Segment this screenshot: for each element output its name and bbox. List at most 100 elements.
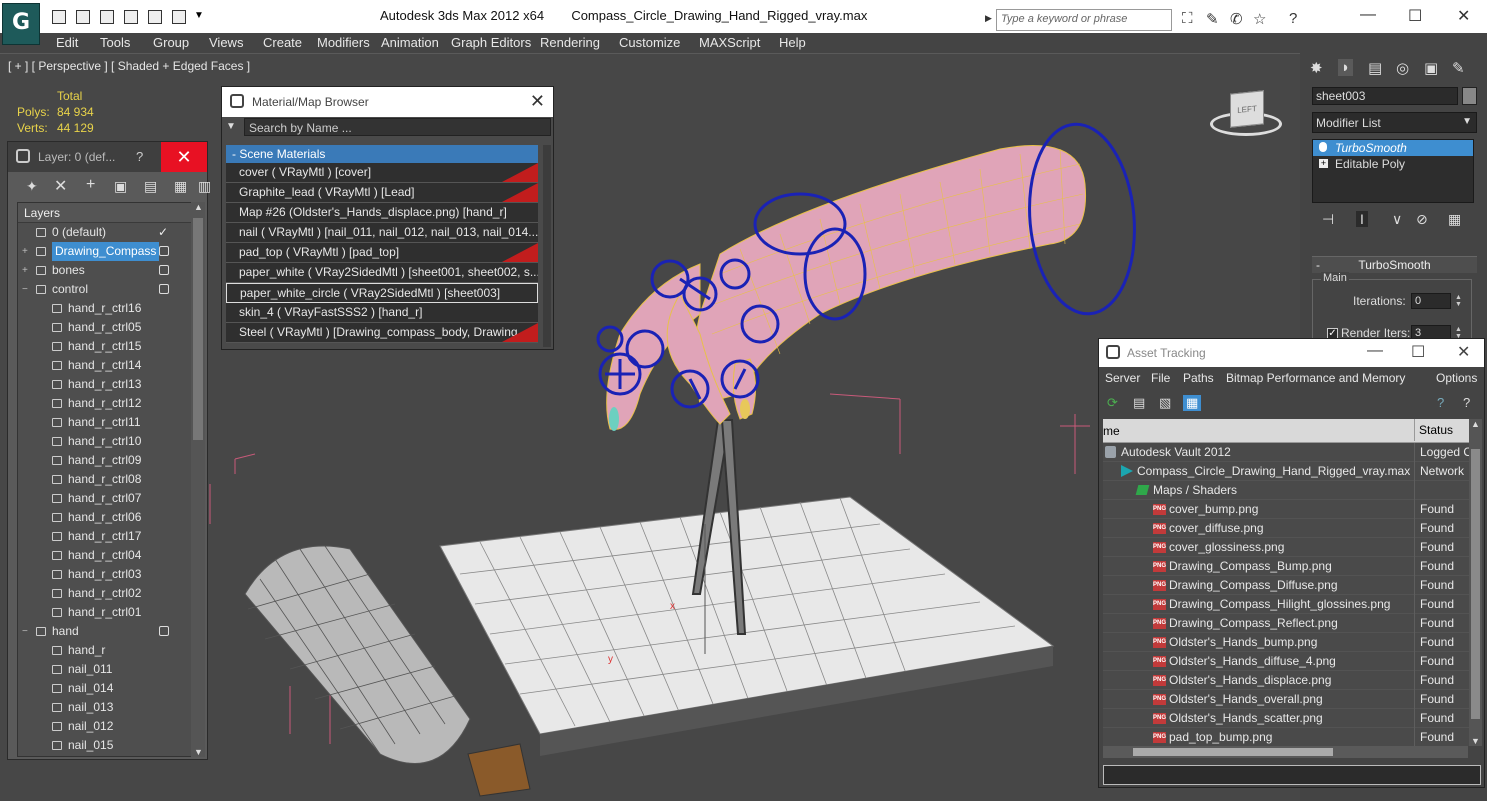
asset-vertical-scrollbar[interactable]: ▲ ▼ bbox=[1469, 419, 1482, 746]
app-menu-button[interactable]: G bbox=[2, 3, 40, 45]
asset-menu-paths[interactable]: Paths bbox=[1183, 371, 1214, 385]
layer-row[interactable]: hand_r_ctrl03 bbox=[18, 565, 191, 584]
close-button[interactable]: ✕ bbox=[1457, 6, 1470, 26]
material-item[interactable]: cover ( VRayMtl ) [cover] bbox=[226, 163, 538, 183]
asset-row[interactable]: PNG Oldster's_Hands_overall.png Found bbox=[1103, 690, 1481, 709]
asset-row[interactable]: PNG Oldster's_Hands_bump.png Found bbox=[1103, 633, 1481, 652]
layer-row[interactable]: hand_r_ctrl01 bbox=[18, 603, 191, 622]
menu-group[interactable]: Group bbox=[153, 35, 189, 50]
layer-row[interactable]: hand_r_ctrl15 bbox=[18, 337, 191, 356]
new-file-icon[interactable] bbox=[52, 10, 66, 24]
viewcube[interactable]: LEFT bbox=[1230, 90, 1264, 128]
highlight-layer-icon[interactable]: ▤ bbox=[144, 178, 157, 195]
help-icon[interactable]: ? bbox=[1437, 395, 1444, 410]
motion-tab-icon[interactable]: ◎ bbox=[1396, 59, 1409, 77]
menu-views[interactable]: Views bbox=[209, 35, 243, 50]
layer-row[interactable]: hand_r_ctrl08 bbox=[18, 470, 191, 489]
layer-row[interactable]: hand_r_ctrl10 bbox=[18, 432, 191, 451]
menu-animation[interactable]: Animation bbox=[381, 35, 439, 50]
collapse-icon[interactable]: - bbox=[1316, 257, 1320, 273]
help-search-input[interactable]: Type a keyword or phrase bbox=[996, 9, 1172, 31]
asset-vertical-scroll-thumb[interactable] bbox=[1471, 449, 1480, 719]
hide-all-icon[interactable]: ▦ bbox=[174, 178, 187, 195]
asset-row[interactable]: PNG Oldster's_Hands_diffuse_4.png Found bbox=[1103, 652, 1481, 671]
layer-row[interactable]: hand_r_ctrl04 bbox=[18, 546, 191, 565]
current-layer-check-icon[interactable]: ✓ bbox=[158, 223, 168, 242]
scene-materials-group-header[interactable]: - Scene Materials bbox=[226, 145, 538, 163]
layer-row[interactable]: nail_014 bbox=[18, 679, 191, 698]
layer-row[interactable]: nail_013 bbox=[18, 698, 191, 717]
asset-row[interactable]: PNG Drawing_Compass_Hilight_glossines.png… bbox=[1103, 595, 1481, 614]
layer-row[interactable]: − control bbox=[18, 280, 191, 299]
asset-menu-bitmap-performance[interactable]: Bitmap Performance and Memory bbox=[1226, 371, 1405, 385]
asset-menu-options[interactable]: Options bbox=[1436, 371, 1477, 385]
layer-panel-titlebar[interactable]: Layer: 0 (def... ? ✕ bbox=[8, 142, 207, 172]
layer-row[interactable]: nail_015 bbox=[18, 736, 191, 755]
layer-row[interactable]: hand_r_ctrl02 bbox=[18, 584, 191, 603]
maximize-button[interactable]: ☐ bbox=[1408, 6, 1422, 26]
material-item[interactable]: Steel ( VRayMtl ) [Drawing_compass_body,… bbox=[226, 323, 538, 343]
display-tab-icon[interactable]: ▣ bbox=[1424, 59, 1438, 77]
menu-customize[interactable]: Customize bbox=[619, 35, 680, 50]
layer-row[interactable]: hand_r_ctrl13 bbox=[18, 375, 191, 394]
asset-path-field[interactable] bbox=[1103, 765, 1481, 785]
search-expand-icon[interactable]: ▶ bbox=[985, 13, 992, 24]
binoculars-icon[interactable]: ⛶ bbox=[1182, 10, 1193, 27]
select-objects-icon[interactable]: ▣ bbox=[114, 178, 127, 195]
pin-stack-icon[interactable]: ⊣ bbox=[1322, 211, 1334, 228]
asset-row[interactable]: PNG cover_bump.png Found bbox=[1103, 500, 1481, 519]
object-color-swatch[interactable] bbox=[1462, 87, 1477, 105]
scroll-down-icon[interactable]: ▼ bbox=[194, 747, 203, 757]
layer-row[interactable]: + bones bbox=[18, 261, 191, 280]
scroll-down-icon[interactable]: ▼ bbox=[1471, 736, 1480, 746]
layer-row[interactable]: hand_r_ctrl12 bbox=[18, 394, 191, 413]
layer-row[interactable]: nail_012 bbox=[18, 717, 191, 736]
expand-plus-icon[interactable]: + bbox=[22, 242, 28, 261]
asset-row[interactable]: PNG cover_diffuse.png Found bbox=[1103, 519, 1481, 538]
layers-scrollbar[interactable]: ▲ ▼ bbox=[191, 202, 205, 757]
layer-row[interactable]: nail_011 bbox=[18, 660, 191, 679]
material-item[interactable]: Map #26 (Oldster's_Hands_displace.png) [… bbox=[226, 203, 538, 223]
subscription-icon[interactable]: ✎ bbox=[1206, 10, 1219, 28]
close-button[interactable]: ✕ bbox=[1457, 342, 1470, 362]
menu-edit[interactable]: Edit bbox=[56, 35, 78, 50]
layer-row[interactable]: hand_r_ctrl07 bbox=[18, 489, 191, 508]
remove-modifier-icon[interactable]: ⊘ bbox=[1416, 211, 1428, 228]
material-item[interactable]: skin_4 ( VRayFastSSS2 ) [hand_r] bbox=[226, 303, 538, 323]
hide-toggle-icon[interactable] bbox=[159, 626, 169, 636]
material-item[interactable]: paper_white_circle ( VRay2SidedMtl ) [sh… bbox=[226, 283, 538, 303]
material-item[interactable]: nail ( VRayMtl ) [nail_011, nail_012, na… bbox=[226, 223, 538, 243]
layer-row[interactable]: hand_r_ctrl09 bbox=[18, 451, 191, 470]
asset-row[interactable]: PNG pad_top_bump.png Found bbox=[1103, 728, 1481, 746]
layer-row[interactable]: − hand bbox=[18, 622, 191, 641]
asset-row[interactable]: Autodesk Vault 2012 Logged Ou bbox=[1103, 443, 1481, 462]
collapse-minus-icon[interactable]: − bbox=[22, 280, 28, 299]
redo-icon[interactable] bbox=[124, 10, 138, 24]
minimize-button[interactable]: — bbox=[1367, 342, 1383, 360]
material-item[interactable]: Graphite_lead ( VRayMtl ) [Lead] bbox=[226, 183, 538, 203]
asset-row[interactable]: PNG Oldster's_Hands_displace.png Found bbox=[1103, 671, 1481, 690]
layer-row[interactable]: 0 (default) ✓ bbox=[18, 223, 191, 242]
delete-layer-icon[interactable]: ✕ bbox=[54, 176, 67, 196]
thumbnail-view-icon[interactable]: ▧ bbox=[1159, 395, 1171, 411]
material-search-input[interactable]: Search by Name ... bbox=[244, 118, 551, 136]
hierarchy-tab-icon[interactable]: ▤ bbox=[1368, 59, 1382, 77]
material-browser-close-button[interactable]: ✕ bbox=[530, 91, 545, 112]
asset-row[interactable]: PNG cover_glossiness.png Found bbox=[1103, 538, 1481, 557]
show-end-result-icon[interactable]: I bbox=[1356, 211, 1368, 227]
create-tab-icon[interactable]: ✸ bbox=[1310, 59, 1323, 77]
modify-tab-icon[interactable]: ◗ bbox=[1338, 59, 1354, 76]
collapse-minus-icon[interactable]: − bbox=[22, 622, 28, 641]
freeze-all-icon[interactable]: ▥ bbox=[198, 178, 211, 195]
spinner-arrows-icon[interactable]: ▲ ▼ bbox=[1455, 294, 1462, 308]
asset-row[interactable]: PNG Drawing_Compass_Reflect.png Found bbox=[1103, 614, 1481, 633]
material-item[interactable]: paper_white ( VRay2SidedMtl ) [sheet001,… bbox=[226, 263, 538, 283]
help-icon[interactable]: ? bbox=[1289, 10, 1297, 27]
column-header-name[interactable]: me bbox=[1103, 424, 1120, 438]
expand-plus-icon[interactable]: + bbox=[22, 261, 28, 280]
stack-item-turbosmooth[interactable]: TurboSmooth bbox=[1313, 140, 1473, 156]
hide-toggle-icon[interactable] bbox=[159, 246, 169, 256]
object-name-field[interactable]: sheet003 bbox=[1312, 87, 1458, 105]
menu-graph-editors[interactable]: Graph Editors bbox=[451, 35, 531, 50]
layer-row[interactable]: hand_r_ctrl17 bbox=[18, 527, 191, 546]
